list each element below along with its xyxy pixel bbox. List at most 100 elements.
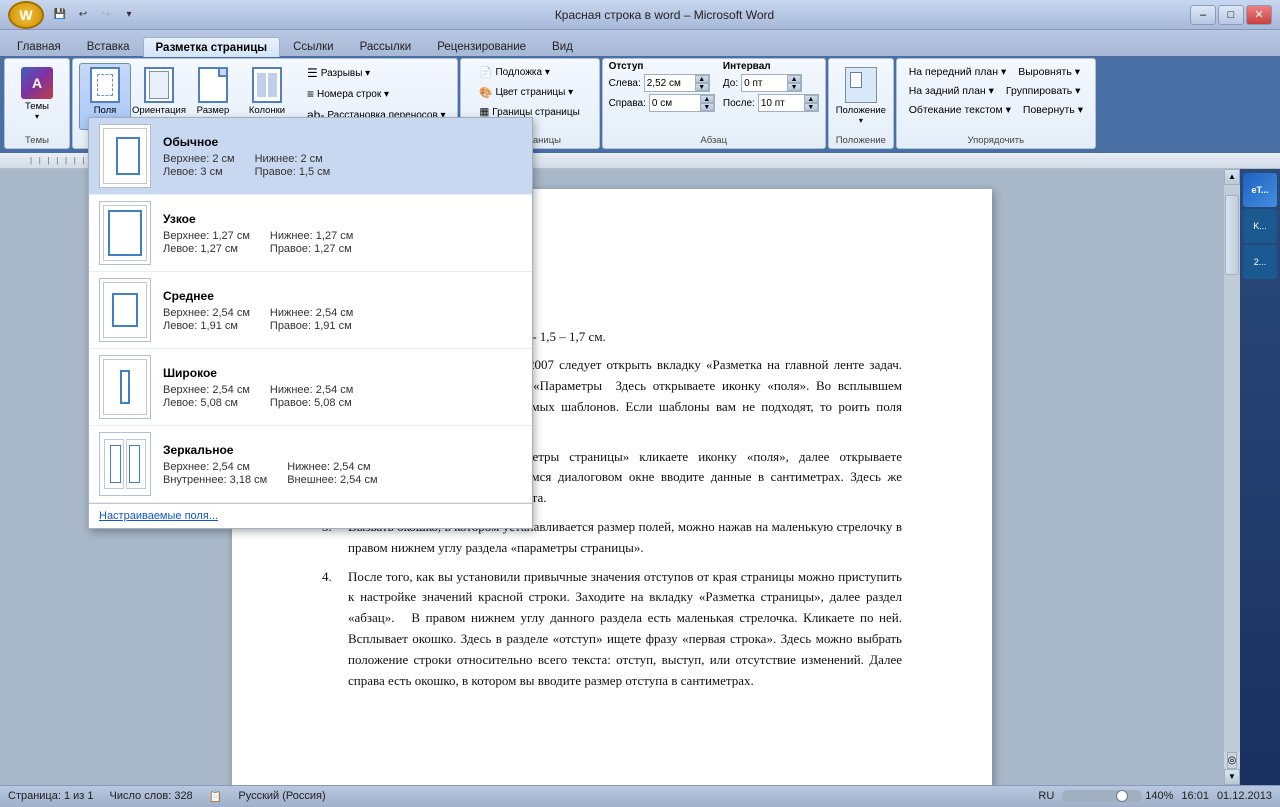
zoom-slider[interactable] <box>1062 790 1142 802</box>
medium-details: Среднее Верхнее: 2,54 см Левое: 1,91 см … <box>163 289 522 332</box>
zoom-level: 140% <box>1145 790 1173 802</box>
doc-item-4-text: После того, как вы установили привычные … <box>348 567 902 692</box>
title-text: Красная строка в word – Microsoft Word <box>555 8 774 22</box>
indent-right-down[interactable]: ▼ <box>700 103 714 111</box>
zoom-thumb[interactable] <box>1116 790 1128 802</box>
customize-fields-link[interactable]: Настраиваемые поля... <box>89 503 532 528</box>
arrange-row2: На задний план ▾ Группировать ▾ <box>904 82 1086 100</box>
ribbon-tabs: Главная Вставка Разметка страницы Ссылки… <box>0 30 1280 56</box>
taskbar-word-icon[interactable]: eT... <box>1243 173 1277 207</box>
interval-after-up[interactable]: ▲ <box>804 95 818 103</box>
minimize-button[interactable]: – <box>1190 5 1216 25</box>
indent-left-input[interactable] <box>645 75 695 91</box>
scroll-thumb[interactable] <box>1225 195 1239 275</box>
mirror-details: Зеркальное Верхнее: 2,54 см Внутреннее: … <box>163 443 522 486</box>
scroll-down-button[interactable]: ▼ <box>1224 769 1240 785</box>
indent-right-input[interactable] <box>650 95 700 111</box>
align-button[interactable]: Выровнять ▾ <box>1013 63 1085 81</box>
indent-left-down[interactable]: ▼ <box>695 83 709 91</box>
scroll-up-button[interactable]: ▲ <box>1224 169 1240 185</box>
interval-group: Интервал До: ▲ ▼ После: <box>723 61 819 112</box>
taskbar-icon-2[interactable]: K... <box>1243 209 1277 243</box>
narrow-right-label: Правое: 1,27 см <box>270 243 353 255</box>
breaks-button[interactable]: ☰ Разрывы ▾ <box>302 63 451 83</box>
narrow-left-label: Левое: 1,27 см <box>163 243 250 255</box>
interval-after-input[interactable] <box>759 95 804 111</box>
right-taskbar: eT... K... 2... <box>1240 169 1280 785</box>
fields-option-wide[interactable]: Широкое Верхнее: 2,54 см Левое: 5,08 см … <box>89 349 532 426</box>
medium-page <box>103 282 147 338</box>
normal-left-label: Левое: 3 см <box>163 166 235 178</box>
interval-after-down[interactable]: ▼ <box>804 103 818 111</box>
narrow-col2: Нижнее: 1,27 см Правое: 1,27 см <box>270 230 353 255</box>
tab-page-layout[interactable]: Разметка страницы <box>143 37 281 57</box>
wide-inner <box>120 370 130 404</box>
interval-before-down[interactable]: ▼ <box>787 83 801 91</box>
medium-col2: Нижнее: 2,54 см Правое: 1,91 см <box>270 307 353 332</box>
medium-row1: Верхнее: 2,54 см Левое: 1,91 см Нижнее: … <box>163 307 522 332</box>
layout-ru: RU <box>1038 790 1054 802</box>
normal-preview <box>99 124 151 188</box>
position-button[interactable]: Положение ▾ <box>835 63 887 130</box>
group-button[interactable]: Группировать ▾ <box>1001 82 1086 100</box>
scroll-page-btn[interactable]: ◎ <box>1227 752 1238 769</box>
ribbon-group-position: Положение ▾ Положение <box>828 58 894 149</box>
scroll-track[interactable] <box>1224 185 1240 752</box>
send-back-button[interactable]: На задний план ▾ <box>904 82 999 100</box>
arrange-row1: На передний план ▾ Выровнять ▾ <box>904 63 1085 81</box>
close-button[interactable]: ✕ <box>1246 5 1272 25</box>
indent-left-arrows: ▲ ▼ <box>695 75 709 91</box>
fields-option-narrow[interactable]: Узкое Верхнее: 1,27 см Левое: 1,27 см Ни… <box>89 195 532 272</box>
fields-dropdown: Обычное Верхнее: 2 см Левое: 3 см Нижнее… <box>88 117 533 529</box>
bring-front-button[interactable]: На передний план ▾ <box>904 63 1012 81</box>
narrow-bottom-label: Нижнее: 1,27 см <box>270 230 353 242</box>
tab-mailings[interactable]: Рассылки <box>347 36 425 56</box>
tab-references[interactable]: Ссылки <box>280 36 347 56</box>
zoom-control: 140% <box>1062 790 1173 802</box>
wide-col1: Верхнее: 2,54 см Левое: 5,08 см <box>163 384 250 409</box>
maximize-button[interactable]: □ <box>1218 5 1244 25</box>
tab-view[interactable]: Вид <box>539 36 586 56</box>
indent-left-up[interactable]: ▲ <box>695 75 709 83</box>
small-buttons-group: ☰ Разрывы ▾ ≡ Номера строк ▾ ab- Расстан… <box>302 63 451 125</box>
redo-button[interactable]: ↪ <box>96 5 116 25</box>
interval-before-input[interactable] <box>742 75 787 91</box>
wide-col2: Нижнее: 2,54 см Правое: 5,08 см <box>270 384 353 409</box>
watermark-button[interactable]: 📄Подложка ▾ <box>474 63 554 82</box>
time: 16:01 <box>1181 790 1209 802</box>
arrange-content: На передний план ▾ Выровнять ▾ На задний… <box>904 61 1088 119</box>
normal-col1: Верхнее: 2 см Левое: 3 см <box>163 153 235 178</box>
interval-before-up[interactable]: ▲ <box>787 75 801 83</box>
themes-button[interactable]: A Темы ▾ <box>11 63 63 126</box>
quick-access-toolbar: 💾 ↩ ↪ ▾ <box>50 5 139 25</box>
tab-insert[interactable]: Вставка <box>74 36 143 56</box>
ribbon-group-paragraph: Отступ Слева: ▲ ▼ Справа: <box>602 58 826 149</box>
medium-name: Среднее <box>163 289 522 303</box>
vertical-scrollbar[interactable]: ▲ ◎ ▼ <box>1224 169 1240 785</box>
doc-item-4-num: 4. <box>322 567 340 692</box>
fields-option-mirror[interactable]: Зеркальное Верхнее: 2,54 см Внутреннее: … <box>89 426 532 503</box>
fields-option-normal[interactable]: Обычное Верхнее: 2 см Левое: 3 см Нижнее… <box>89 118 532 195</box>
tab-review[interactable]: Рецензирование <box>424 36 539 56</box>
fields-option-medium[interactable]: Среднее Верхнее: 2,54 см Левое: 1,91 см … <box>89 272 532 349</box>
office-button[interactable]: W <box>8 1 44 29</box>
position-label: Положение <box>829 135 893 146</box>
save-button[interactable]: 💾 <box>50 5 70 25</box>
narrow-row1: Верхнее: 1,27 см Левое: 1,27 см Нижнее: … <box>163 230 522 255</box>
wrap-text-button[interactable]: Обтекание текстом ▾ <box>904 101 1016 119</box>
paragraph-label: Абзац <box>603 135 825 146</box>
indent-right-row: Справа: ▲ ▼ <box>609 94 715 112</box>
tab-home[interactable]: Главная <box>4 36 74 56</box>
indent-right-up[interactable]: ▲ <box>700 95 714 103</box>
line-numbers-button[interactable]: ≡ Номера строк ▾ <box>302 84 451 104</box>
page-color-button[interactable]: 🎨Цвет страницы ▾ <box>474 83 578 102</box>
interval-before-label: До: <box>723 78 738 89</box>
normal-name: Обычное <box>163 135 522 149</box>
mirror-pages <box>100 436 150 492</box>
interval-after-label: После: <box>723 98 755 109</box>
quick-access-more[interactable]: ▾ <box>119 5 139 25</box>
rotate-button[interactable]: Повернуть ▾ <box>1018 101 1088 119</box>
undo-button[interactable]: ↩ <box>73 5 93 25</box>
medium-top-label: Верхнее: 2,54 см <box>163 307 250 319</box>
taskbar-icon-3[interactable]: 2... <box>1243 245 1277 279</box>
